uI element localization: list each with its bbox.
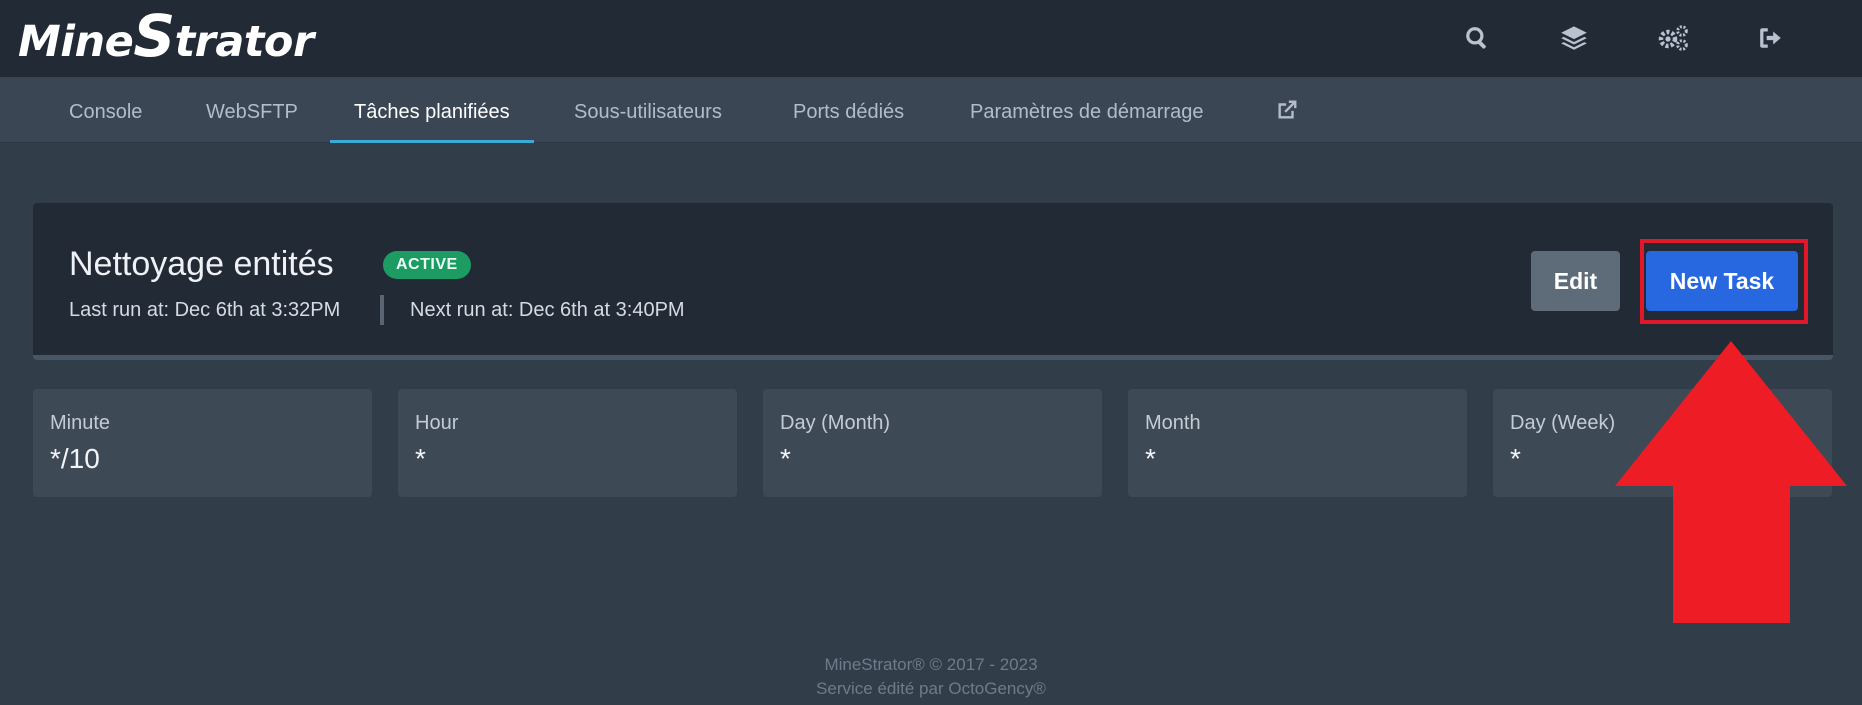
search-icon[interactable]	[1457, 18, 1497, 58]
schedule-cell-minute: Minute */10	[33, 389, 372, 497]
layers-icon[interactable]	[1554, 18, 1594, 58]
tab-websftp[interactable]: WebSFTP	[182, 77, 322, 143]
tab-scheduled-tasks[interactable]: Tâches planifiées	[330, 77, 534, 143]
footer-copyright: MineStrator® © 2017 - 2023	[824, 655, 1038, 674]
tab-subusers[interactable]: Sous-utilisateurs	[550, 77, 746, 143]
schedule-cell-hour: Hour *	[398, 389, 737, 497]
edit-button[interactable]: Edit	[1531, 251, 1620, 311]
schedule-label: Minute	[50, 412, 111, 434]
schedule-value: *	[415, 443, 426, 474]
schedule-value: *	[1145, 443, 1156, 474]
schedule-value: *	[1510, 443, 1521, 474]
schedule-cell-day-week: Day (Week) *	[1493, 389, 1832, 497]
schedule-cell-day-month: Day (Month) *	[763, 389, 1102, 497]
schedule-label: Day (Month)	[780, 412, 891, 434]
schedule-label: Month	[1145, 412, 1201, 434]
sign-out-icon[interactable]	[1751, 18, 1791, 58]
schedule-value: *	[780, 443, 791, 474]
top-bar: MineStrator	[0, 0, 1862, 77]
next-run-info: Next run at: Dec 6th at 3:40PM	[410, 299, 685, 321]
tab-dedicated-ports[interactable]: Ports dédiés	[769, 77, 928, 143]
schedule-cell-month: Month *	[1128, 389, 1467, 497]
logo-text-after: trator	[174, 17, 315, 67]
schedule-label: Hour	[415, 412, 459, 434]
schedule-value: */10	[50, 443, 100, 474]
task-card: Nettoyage entités ACTIVE Last run at: De…	[33, 203, 1833, 360]
status-badge: ACTIVE	[383, 251, 471, 279]
last-run-info: Last run at: Dec 6th at 3:32PM	[69, 299, 341, 321]
server-nav-tabs: Console WebSFTP Tâches planifiées Sous-u…	[0, 77, 1862, 143]
schedule-label: Day (Week)	[1510, 412, 1616, 434]
logo-s: S	[133, 2, 175, 70]
run-info-divider	[380, 295, 384, 325]
minestrator-logo[interactable]: MineStrator	[18, 6, 315, 67]
tab-startup-parameters[interactable]: Paramètres de démarrage	[946, 77, 1227, 143]
new-task-button[interactable]: New Task	[1646, 251, 1798, 311]
footer-publisher: Service édité par OctoGency®	[816, 679, 1046, 698]
tab-console[interactable]: Console	[45, 77, 166, 143]
logo-text-before: Mine	[18, 17, 134, 67]
task-title: Nettoyage entités	[69, 245, 334, 283]
external-link-icon[interactable]	[1276, 99, 1298, 121]
cogs-icon[interactable]	[1653, 18, 1693, 58]
